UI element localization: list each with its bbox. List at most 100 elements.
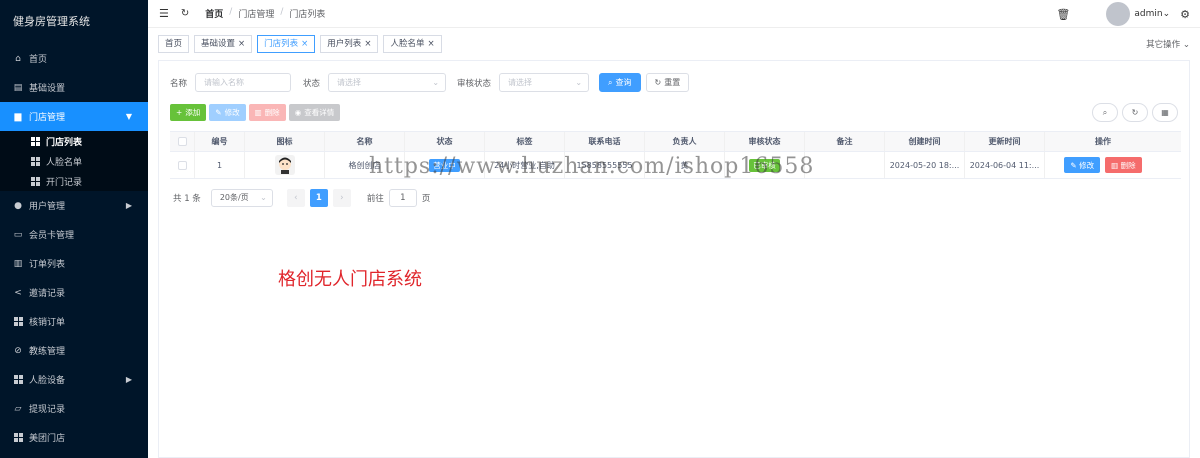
breadcrumb-item[interactable]: 首页 xyxy=(205,7,223,20)
cell-actions: ✎ 修改 ▥ 删除 xyxy=(1045,152,1161,178)
status-label: 状态 xyxy=(303,78,321,89)
sidebar-item-store-management[interactable]: ▆ 门店管理 ▼ xyxy=(0,102,148,131)
chevron-right-icon: › xyxy=(340,193,344,203)
edit-button[interactable]: ✎ 修改 xyxy=(209,104,246,121)
row-delete-button[interactable]: ▥ 删除 xyxy=(1105,157,1142,173)
sidebar-item-face-list[interactable]: 人脸名单 xyxy=(0,151,148,171)
select-all-checkbox[interactable] xyxy=(177,137,187,146)
top-header: ☰ ↻ 首页 / 门店管理 / 门店列表 🗑 admin⌄ ⚙ xyxy=(148,0,1200,28)
search-form: 名称 请输入名称 状态 请选择 ⌄ 审核状态 请选择 ⌄ ⌕ 查询 ↻ 重置 xyxy=(170,73,690,92)
grid-icon xyxy=(31,156,40,166)
sidebar-item-label: 开门记录 xyxy=(46,177,83,188)
sidebar-item-home[interactable]: ⌂ 首页 xyxy=(0,44,148,73)
next-page-button[interactable]: › xyxy=(332,189,351,207)
query-button[interactable]: ⌕ 查询 xyxy=(599,73,641,92)
chevron-down-icon: ⌄ xyxy=(1182,40,1190,50)
edit-label: 修改 xyxy=(224,108,240,117)
sidebar-item-withdrawals[interactable]: ▱ 提现记录 xyxy=(0,394,148,423)
sidebar-item-meituan-stores[interactable]: 美团门店 xyxy=(0,423,148,452)
close-icon[interactable]: × xyxy=(238,39,245,49)
tab-label: 门店列表 xyxy=(264,39,299,49)
total-count: 共 1 条 xyxy=(173,194,201,204)
avatar[interactable] xyxy=(1106,2,1131,26)
view-details-button[interactable]: ◉ 查看详情 xyxy=(288,104,341,121)
tab-store-list[interactable]: 门店列表 × xyxy=(257,35,316,53)
sidebar-item-verify-orders[interactable]: 核销订单 xyxy=(0,307,148,336)
page-number[interactable]: 1 xyxy=(309,189,328,207)
table-header-row: 编号 图标 名称 状态 标签 联系电话 负责人 审核状态 备注 创建时间 更新时… xyxy=(170,132,1181,152)
sidebar-item-label: 订单列表 xyxy=(29,260,66,270)
audit-status-select[interactable]: 请选择 ⌄ xyxy=(499,73,590,92)
columns-icon: ▦ xyxy=(1161,108,1169,117)
link-icon: ⊘ xyxy=(14,345,22,356)
row-edit-button[interactable]: ✎ 修改 xyxy=(1064,157,1101,173)
grid-icon xyxy=(31,136,40,146)
edit-icon: ✎ xyxy=(215,108,222,117)
cell-remark xyxy=(805,152,885,178)
user-menu[interactable]: admin⌄ xyxy=(1134,9,1170,19)
sidebar-item-member-card[interactable]: ▭ 会员卡管理 xyxy=(0,220,148,249)
status-select[interactable]: 请选择 ⌄ xyxy=(328,73,447,92)
tab-home[interactable]: 首页 xyxy=(158,35,190,53)
other-operations-dropdown[interactable]: 其它操作 ⌄ xyxy=(1146,38,1190,50)
trash-icon[interactable]: 🗑 xyxy=(1056,8,1070,21)
add-button[interactable]: + 添加 xyxy=(170,104,207,121)
goto-page-input[interactable]: 1 xyxy=(388,189,417,207)
other-ops-label: 其它操作 xyxy=(1146,40,1181,50)
column-header: 名称 xyxy=(325,132,405,151)
tab-face-list[interactable]: 人脸名单 × xyxy=(383,35,442,53)
tab-label: 人脸名单 xyxy=(390,39,425,49)
page-size-select[interactable]: 20条/页 ⌄ xyxy=(210,189,273,207)
column-header: 标签 xyxy=(485,132,565,151)
gear-icon[interactable]: ⚙ xyxy=(1180,8,1190,21)
status-placeholder: 请选择 xyxy=(337,78,362,87)
reset-button[interactable]: ↻ 重置 xyxy=(645,73,690,92)
cell-created: 2024-05-20 18:... xyxy=(885,152,965,178)
chevron-left-icon: ‹ xyxy=(294,193,298,203)
close-icon[interactable]: × xyxy=(427,39,434,49)
sidebar-item-label: 核销订单 xyxy=(29,318,66,328)
row-checkbox[interactable] xyxy=(177,160,187,170)
sidebar-item-label: 首页 xyxy=(29,55,48,65)
name-search-input[interactable]: 请输入名称 xyxy=(195,73,292,92)
caret-right-icon: ▶ xyxy=(125,375,132,384)
toggle-search-button[interactable]: ⌕ xyxy=(1092,103,1118,122)
sidebar-item-door-records[interactable]: 开门记录 xyxy=(0,171,148,191)
card-icon: ▭ xyxy=(13,229,23,240)
store-submenu: 门店列表 人脸名单 开门记录 xyxy=(0,131,148,191)
prev-page-button[interactable]: ‹ xyxy=(286,189,305,207)
pagination: 共 1 条 20条/页 ⌄ ‹ 1 › 前往 1 页 xyxy=(173,189,430,207)
tags-view: 首页 基础设置 × 门店列表 × 用户列表 × 人脸名单 × 其它操作 ⌄ xyxy=(148,33,1200,55)
sidebar-item-basic-settings[interactable]: ▤ 基础设置 xyxy=(0,73,148,102)
plus-icon: + xyxy=(176,108,183,117)
close-icon[interactable]: × xyxy=(301,39,308,49)
refresh-icon: ↻ xyxy=(1131,108,1139,117)
tab-user-list[interactable]: 用户列表 × xyxy=(320,35,379,53)
chevron-down-icon: ⌄ xyxy=(260,193,267,202)
breadcrumb-separator: / xyxy=(280,7,284,17)
refresh-icon[interactable]: ↻ xyxy=(181,8,189,19)
tab-label: 用户列表 xyxy=(327,39,362,49)
grid-icon xyxy=(13,374,23,385)
delete-button[interactable]: ▥ 删除 xyxy=(248,104,286,121)
hamburger-icon[interactable]: ☰ xyxy=(159,7,169,20)
table-tools: ⌕ ↻ ▦ xyxy=(1092,103,1178,122)
sidebar-item-user-management[interactable]: ● 用户管理 ▶ xyxy=(0,191,148,220)
sidebar-item-label: 邀请记录 xyxy=(29,289,66,299)
tab-basic-settings[interactable]: 基础设置 × xyxy=(194,35,253,53)
search-icon: ⌕ xyxy=(608,77,613,87)
breadcrumb-separator: / xyxy=(229,7,233,17)
columns-button[interactable]: ▦ xyxy=(1152,103,1178,122)
sidebar-item-invites[interactable]: < 邀请记录 xyxy=(0,278,148,307)
sidebar-item-store-list[interactable]: 门店列表 xyxy=(0,131,148,151)
sidebar-item-coaches[interactable]: ⊘ 教练管理 xyxy=(0,336,148,365)
sidebar-item-orders[interactable]: ▥ 订单列表 xyxy=(0,249,148,278)
user-icon: ● xyxy=(14,200,22,211)
home-icon: ⌂ xyxy=(15,53,21,64)
sidebar-item-face-devices[interactable]: 人脸设备 ▶ xyxy=(0,365,148,394)
search-icon: ⌕ xyxy=(1102,107,1108,117)
column-header: 负责人 xyxy=(645,132,725,151)
chevron-down-icon: ⌄ xyxy=(432,78,440,87)
refresh-table-button[interactable]: ↻ xyxy=(1122,103,1148,122)
close-icon[interactable]: × xyxy=(364,39,371,49)
